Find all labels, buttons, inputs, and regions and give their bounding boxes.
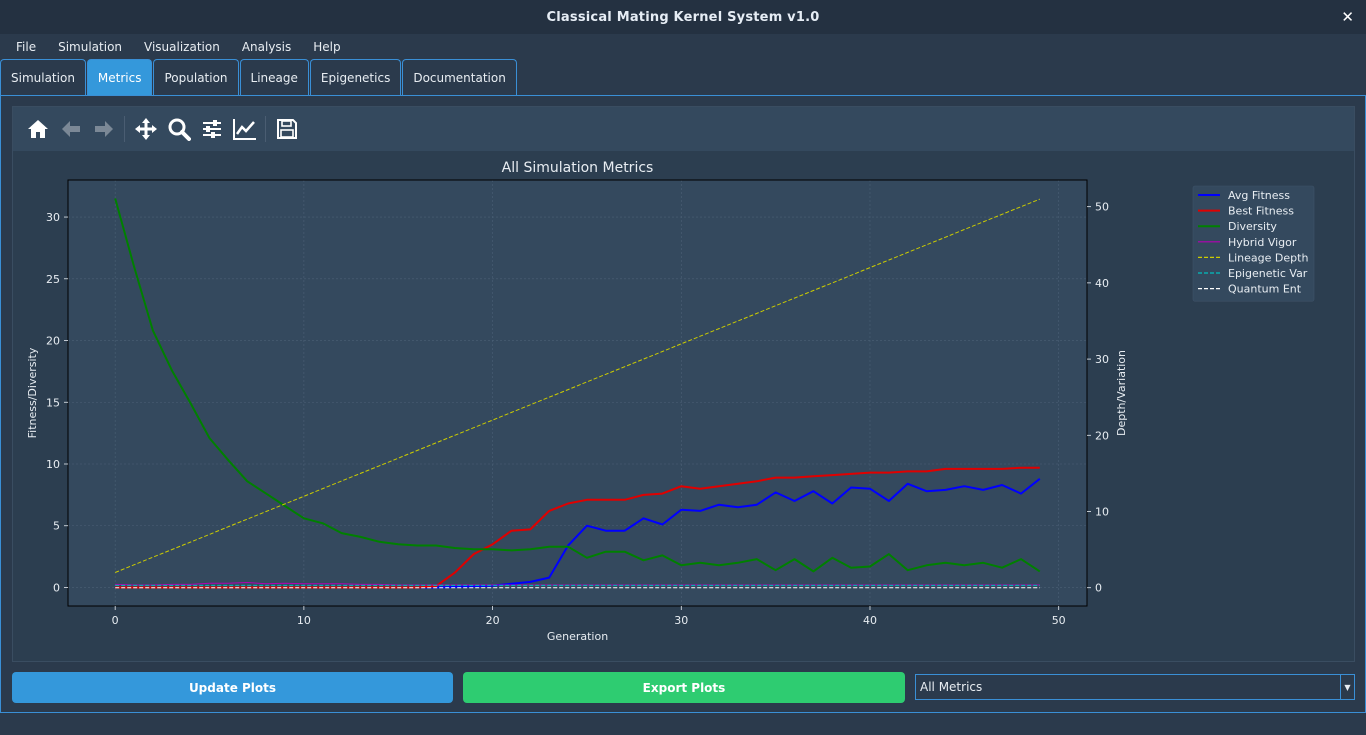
y2-tick-label: 10 bbox=[1095, 506, 1109, 519]
legend-label: Avg Fitness bbox=[1228, 189, 1290, 202]
menu-analysis[interactable]: Analysis bbox=[231, 40, 302, 54]
save-icon[interactable] bbox=[270, 113, 303, 146]
menu-simulation[interactable]: Simulation bbox=[47, 40, 133, 54]
metrics-chart: 0 10 20 30 40 50 0 5 10 15 20 25 30 0 10 20 30 40 50 All Si… bbox=[26, 160, 1315, 643]
pan-icon[interactable] bbox=[129, 113, 162, 146]
metrics-panel: 0 10 20 30 40 50 0 5 10 15 20 25 30 0 10 20 30 40 50 All Si… bbox=[0, 95, 1366, 713]
tab-bar: Simulation Metrics Population Lineage Ep… bbox=[0, 59, 518, 96]
y-tick-label: 30 bbox=[46, 211, 60, 224]
y-tick-label: 20 bbox=[46, 335, 60, 348]
metric-select-value: All Metrics bbox=[920, 680, 983, 694]
y-tick-label: 5 bbox=[53, 520, 60, 533]
metric-select[interactable]: All Metrics ▼ bbox=[915, 674, 1355, 700]
toolbar-separator bbox=[124, 116, 125, 142]
x-tick-label: 50 bbox=[1052, 614, 1066, 627]
legend-label: Hybrid Vigor bbox=[1228, 236, 1297, 249]
tab-population[interactable]: Population bbox=[153, 59, 239, 96]
tab-simulation[interactable]: Simulation bbox=[0, 59, 86, 96]
x-tick-label: 40 bbox=[863, 614, 877, 627]
legend-label: Best Fitness bbox=[1228, 205, 1294, 218]
tab-lineage[interactable]: Lineage bbox=[239, 59, 309, 96]
y-tick-label: 0 bbox=[53, 581, 60, 594]
zoom-icon[interactable] bbox=[162, 113, 195, 146]
y-tick-label: 25 bbox=[46, 273, 60, 286]
plot-controls: Update Plots Export Plots All Metrics ▼ bbox=[12, 672, 1355, 703]
x-tick-label: 0 bbox=[112, 614, 119, 627]
tab-documentation[interactable]: Documentation bbox=[402, 59, 517, 96]
chart-title: All Simulation Metrics bbox=[502, 160, 654, 176]
x-axis-label: Generation bbox=[547, 630, 608, 643]
x-tick-label: 20 bbox=[486, 614, 500, 627]
menu-bar: File Simulation Visualization Analysis H… bbox=[0, 34, 1366, 59]
legend-label: Quantum Ent bbox=[1228, 283, 1302, 296]
legend-label: Epigenetic Var bbox=[1228, 267, 1308, 280]
window-title: Classical Mating Kernel System v1.0 bbox=[546, 9, 820, 25]
window-titlebar: Classical Mating Kernel System v1.0 ✕ bbox=[0, 0, 1366, 34]
x-tick-label: 10 bbox=[297, 614, 311, 627]
menu-visualization[interactable]: Visualization bbox=[133, 40, 231, 54]
home-icon[interactable] bbox=[21, 113, 54, 146]
update-plots-button[interactable]: Update Plots bbox=[12, 672, 453, 703]
chevron-down-icon[interactable]: ▼ bbox=[1340, 675, 1354, 699]
export-plots-button[interactable]: Export Plots bbox=[463, 672, 905, 703]
plot-area bbox=[68, 180, 1087, 606]
back-icon[interactable] bbox=[54, 113, 87, 146]
y2-tick-label: 20 bbox=[1095, 429, 1109, 442]
forward-icon[interactable] bbox=[87, 113, 120, 146]
status-bar bbox=[0, 713, 1366, 735]
y-tick-label: 10 bbox=[46, 458, 60, 471]
menu-help[interactable]: Help bbox=[302, 40, 351, 54]
y-tick-label: 15 bbox=[46, 396, 60, 409]
x-tick-label: 30 bbox=[674, 614, 688, 627]
configure-subplots-icon[interactable] bbox=[195, 113, 228, 146]
y2-tick-label: 0 bbox=[1095, 582, 1102, 595]
plot-toolbar bbox=[13, 107, 1354, 151]
y-axis-label: Fitness/Diversity bbox=[26, 347, 39, 438]
figure-canvas: 0 10 20 30 40 50 0 5 10 15 20 25 30 0 10 20 30 40 50 All Si… bbox=[12, 106, 1355, 662]
tab-metrics[interactable]: Metrics bbox=[86, 59, 153, 96]
y2-axis-label: Depth/Variation bbox=[1115, 350, 1128, 436]
y2-tick-label: 50 bbox=[1095, 201, 1109, 214]
toolbar-separator bbox=[265, 116, 266, 142]
legend-label: Lineage Depth bbox=[1228, 251, 1308, 264]
legend-label: Diversity bbox=[1228, 220, 1277, 233]
tab-epigenetics[interactable]: Epigenetics bbox=[309, 59, 402, 96]
menu-file[interactable]: File bbox=[5, 40, 47, 54]
edit-axis-icon[interactable] bbox=[228, 113, 261, 146]
close-icon[interactable]: ✕ bbox=[1341, 8, 1354, 26]
y2-tick-label: 40 bbox=[1095, 277, 1109, 290]
y2-tick-label: 30 bbox=[1095, 353, 1109, 366]
